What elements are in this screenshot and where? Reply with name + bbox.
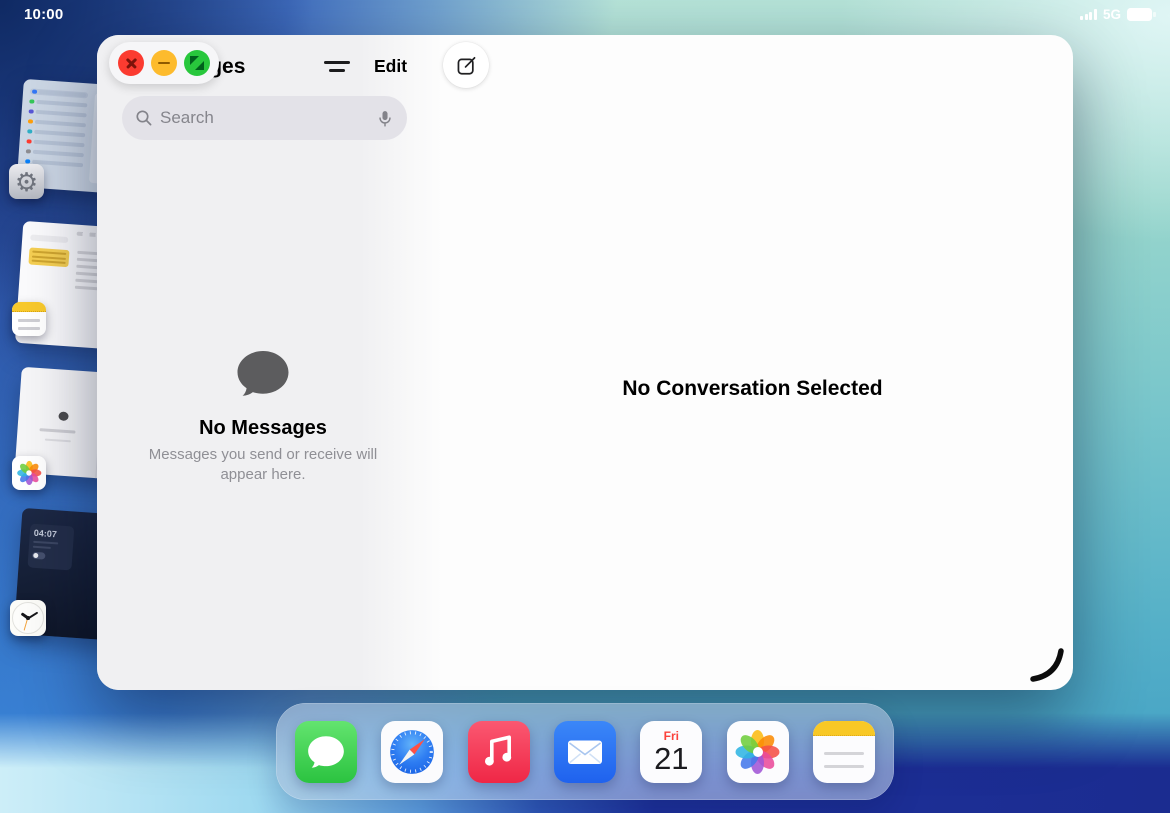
calendar-day-label: 21 <box>640 743 702 774</box>
clock-preview-toggle <box>32 552 45 560</box>
screen: 10:00 5G <box>0 0 1170 813</box>
compose-icon <box>455 54 478 77</box>
notes-icon-line <box>18 319 40 322</box>
messages-empty-state: No Messages Messages you send or receive… <box>97 348 429 485</box>
dock-icon-messages[interactable] <box>295 721 357 783</box>
notes-preview-selected-note <box>28 247 69 267</box>
zoom-button[interactable] <box>184 50 210 76</box>
photos-app-icon[interactable] <box>12 456 46 490</box>
status-right-cluster: 5G <box>1080 7 1152 22</box>
photos-preview-glyph <box>58 412 69 422</box>
search-input[interactable] <box>160 108 369 128</box>
music-note-icon <box>475 728 523 776</box>
minimize-icon <box>158 62 170 65</box>
speech-bubble-icon <box>234 348 292 399</box>
dock-icon-music[interactable] <box>468 721 530 783</box>
window-controls <box>109 42 219 84</box>
safari-compass-icon <box>387 727 437 777</box>
photos-preview-line <box>39 428 75 434</box>
settings-gear-icon <box>15 169 38 195</box>
dock-icon-photos[interactable] <box>727 721 789 783</box>
compose-button[interactable] <box>443 42 489 88</box>
zoom-resize-icon <box>189 55 205 71</box>
filter-lines-icon <box>324 61 350 64</box>
clock-preview-time: 04:07 <box>34 528 71 540</box>
photos-preview-line <box>45 438 71 442</box>
search-icon <box>135 109 153 127</box>
dock-icon-mail[interactable] <box>554 721 616 783</box>
clock-preview-alarm-tile: 04:07 <box>27 524 74 571</box>
battery-icon <box>1127 8 1152 21</box>
minimize-button[interactable] <box>151 50 177 76</box>
cellular-signal-icon <box>1080 9 1097 20</box>
filter-lines-icon <box>329 69 345 72</box>
edit-button[interactable]: Edit <box>374 56 407 77</box>
dictation-mic-icon[interactable] <box>376 109 394 128</box>
close-button[interactable] <box>118 50 144 76</box>
clock-icon <box>12 602 44 634</box>
clock-app-icon[interactable] <box>10 600 46 636</box>
settings-app-icon[interactable] <box>9 164 44 199</box>
messages-window: Messages Edit <box>97 35 1073 690</box>
notes-icon-line <box>824 752 864 756</box>
no-messages-title: No Messages <box>97 417 429 440</box>
status-bar: 10:00 5G <box>0 0 1170 30</box>
messages-bubble-icon <box>306 734 346 770</box>
filter-button[interactable] <box>321 54 355 82</box>
dock-icon-notes[interactable] <box>813 721 875 783</box>
notes-app-icon[interactable] <box>12 302 46 336</box>
network-type-label: 5G <box>1103 7 1121 22</box>
messages-window-content: Messages Edit <box>97 35 1073 690</box>
status-time: 10:00 <box>24 6 63 23</box>
notes-icon-line <box>824 765 864 769</box>
no-conversation-label: No Conversation Selected <box>442 377 1063 401</box>
dock: Fri 21 <box>276 703 894 800</box>
no-messages-subtitle: Messages you send or receive will appear… <box>97 445 429 485</box>
notes-icon-line <box>18 327 40 330</box>
notes-icon-band <box>12 302 46 312</box>
photos-flower-icon <box>12 456 46 490</box>
dock-icon-calendar[interactable]: Fri 21 <box>640 721 702 783</box>
photos-flower-icon <box>727 721 789 783</box>
conversation-sidebar: Messages Edit <box>97 35 442 690</box>
window-resize-handle[interactable] <box>1024 642 1068 686</box>
notes-preview-search <box>30 234 68 243</box>
search-field[interactable] <box>122 96 407 140</box>
notes-icon-band <box>813 721 875 736</box>
dock-icon-safari[interactable] <box>381 721 443 783</box>
mail-envelope-icon <box>561 728 609 776</box>
